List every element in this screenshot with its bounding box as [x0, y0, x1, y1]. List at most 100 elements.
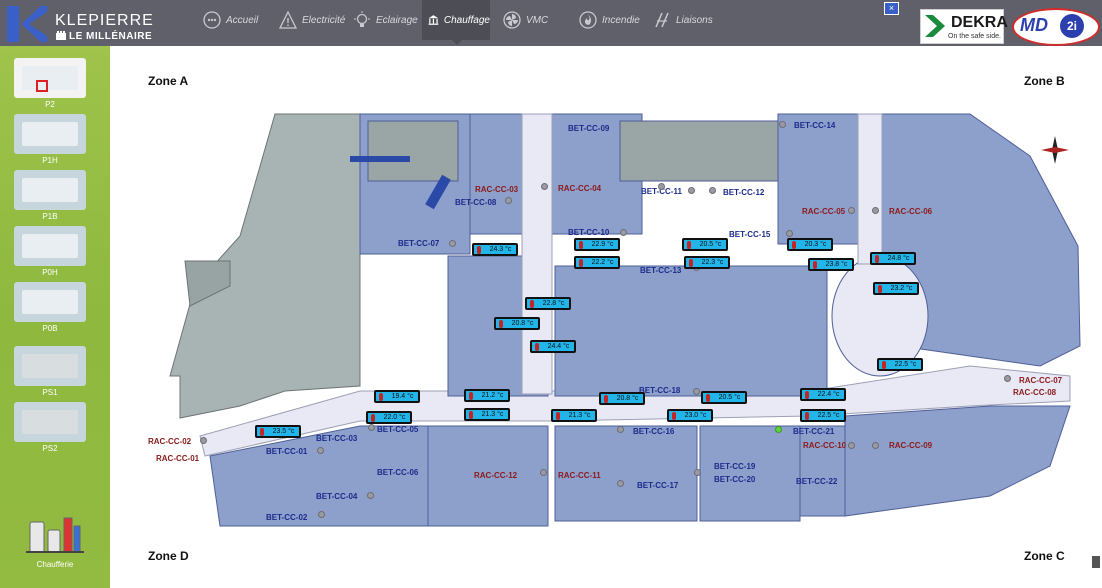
level-p1b[interactable]: P1B	[12, 170, 88, 221]
level-p0h[interactable]: P0H	[12, 226, 88, 277]
temp-sensor-corridor-7[interactable]: 21.3 °c	[464, 408, 510, 421]
klepierre-logo[interactable]: KLEPIERRE LE MILLÉNAIRE	[0, 0, 180, 46]
sensor-dot[interactable]	[693, 388, 700, 395]
rac-cc-05[interactable]: RAC-CC-05	[802, 207, 845, 216]
bet-cc-08[interactable]: BET-CC-08	[455, 198, 496, 207]
level-p2[interactable]: P2	[12, 58, 88, 109]
sensor-dot[interactable]	[709, 187, 716, 194]
sensor-dot[interactable]	[317, 447, 324, 454]
bet-cc-20[interactable]: BET-CC-20	[714, 475, 755, 484]
rac-cc-06[interactable]: RAC-CC-06	[889, 207, 932, 216]
temp-sensor-corridor-2[interactable]: 19.4 °c	[374, 390, 420, 403]
nav-chauffage[interactable]: Chauffage	[422, 0, 490, 40]
sensor-dot[interactable]	[449, 240, 456, 247]
level-ps1[interactable]: PS1	[12, 346, 88, 397]
bet-cc-02[interactable]: BET-CC-02	[266, 513, 307, 522]
rac-cc-02[interactable]: RAC-CC-02	[148, 437, 191, 446]
nav-electricite[interactable]: Electricité	[279, 0, 345, 40]
bet-cc-10[interactable]: BET-CC-10	[568, 228, 609, 237]
sensor-dot[interactable]	[688, 187, 695, 194]
temp-sensor-corridor-5[interactable]: 22.4 °c	[800, 388, 846, 401]
temp-sensor-zone-b-4[interactable]: 22.5 °c	[877, 358, 923, 371]
sensor-dot[interactable]	[505, 197, 512, 204]
temp-sensor-corridor-9[interactable]: 23.0 °c	[667, 409, 713, 422]
temp-sensor-corridor-10[interactable]: 22.5 °c	[800, 409, 846, 422]
level-p0b[interactable]: P0B	[12, 282, 88, 333]
sensor-dot[interactable]	[872, 442, 879, 449]
temp-sensor-corridor-8[interactable]: 21.3 °c	[551, 409, 597, 422]
rac-cc-09[interactable]: RAC-CC-09	[889, 441, 932, 450]
temp-sensor-zone-b-3[interactable]: 23.2 °c	[873, 282, 919, 295]
nav-incendie[interactable]: Incendie	[579, 0, 640, 40]
sensor-dot[interactable]	[694, 469, 701, 476]
sensor-dot-active[interactable]	[775, 426, 782, 433]
sensor-dot[interactable]	[541, 183, 548, 190]
bet-cc-12[interactable]: BET-CC-12	[723, 188, 764, 197]
bet-cc-05[interactable]: BET-CC-05	[377, 425, 418, 434]
temp-sensor-zone-d-1[interactable]: 23.5 °c	[255, 425, 301, 438]
sensor-dot[interactable]	[848, 442, 855, 449]
bet-cc-18[interactable]: BET-CC-18	[639, 386, 680, 395]
bet-cc-04[interactable]: BET-CC-04	[316, 492, 357, 501]
rac-cc-08[interactable]: RAC-CC-08	[1013, 388, 1056, 397]
sensor-dot[interactable]	[1004, 375, 1011, 382]
temp-sensor-corridor-4[interactable]: 20.5 °c	[701, 391, 747, 404]
sensor-dot[interactable]	[200, 437, 207, 444]
sensor-dot[interactable]	[617, 480, 624, 487]
bet-cc-06[interactable]: BET-CC-06	[377, 468, 418, 477]
sensor-dot[interactable]	[786, 230, 793, 237]
sensor-dot[interactable]	[779, 121, 786, 128]
sensor-dot[interactable]	[872, 207, 879, 214]
bet-cc-19[interactable]: BET-CC-19	[714, 462, 755, 471]
sensor-dot[interactable]	[368, 424, 375, 431]
sensor-dot[interactable]	[367, 492, 374, 499]
bet-cc-21[interactable]: BET-CC-21	[793, 427, 834, 436]
nav-liaisons[interactable]: Liaisons	[653, 0, 713, 40]
temp-sensor-corridor-1[interactable]: 21.2 °c	[464, 389, 510, 402]
rac-cc-12[interactable]: RAC-CC-12	[474, 471, 517, 480]
bet-cc-15[interactable]: BET-CC-15	[729, 230, 770, 239]
sensor-dot[interactable]	[617, 426, 624, 433]
window-close-button[interactable]: ×	[884, 2, 899, 15]
rac-cc-01[interactable]: RAC-CC-01	[156, 454, 199, 463]
rac-cc-03[interactable]: RAC-CC-03	[475, 185, 518, 194]
chaufferie-button[interactable]: Chaufferie	[20, 508, 90, 569]
nav-vmc[interactable]: VMC	[503, 0, 548, 40]
temp-sensor-corridor-6[interactable]: 22.0 °c	[366, 411, 412, 424]
sensor-dot[interactable]	[540, 469, 547, 476]
bet-cc-03[interactable]: BET-CC-03	[316, 434, 357, 443]
rac-cc-10[interactable]: RAC-CC-10	[803, 441, 846, 450]
temp-sensor-center-3[interactable]: 24.4 °c	[530, 340, 576, 353]
scroll-handle[interactable]	[1092, 556, 1100, 568]
sensor-dot[interactable]	[658, 183, 665, 190]
temp-sensor-center-2[interactable]: 20.8 °c	[494, 317, 540, 330]
bet-cc-22[interactable]: BET-CC-22	[796, 477, 837, 486]
bet-cc-13[interactable]: BET-CC-13	[640, 266, 681, 275]
temp-sensor-bet-cc-07[interactable]: 24.3 °c	[472, 243, 518, 256]
rac-cc-04[interactable]: RAC-CC-04	[558, 184, 601, 193]
temp-sensor-bet-cc-13-b[interactable]: 22.3 °c	[684, 256, 730, 269]
nav-accueil[interactable]: Accueil	[203, 0, 258, 40]
nav-eclairage[interactable]: Eclairage	[353, 0, 418, 40]
bet-cc-16[interactable]: BET-CC-16	[633, 427, 674, 436]
temp-sensor-center-1[interactable]: 22.8 °c	[525, 297, 571, 310]
temp-sensor-zone-b-1[interactable]: 23.8 °c	[808, 258, 854, 271]
temp-sensor-bet-cc-13-a[interactable]: 22.2 °c	[574, 256, 620, 269]
level-ps2[interactable]: PS2	[12, 402, 88, 453]
bet-cc-01[interactable]: BET-CC-01	[266, 447, 307, 456]
bet-cc-17[interactable]: BET-CC-17	[637, 481, 678, 490]
bet-cc-14[interactable]: BET-CC-14	[794, 121, 835, 130]
sensor-dot[interactable]	[848, 207, 855, 214]
temp-sensor-bet-cc-15-b[interactable]: 20.3 °c	[787, 238, 833, 251]
level-p1h[interactable]: P1H	[12, 114, 88, 165]
sensor-dot[interactable]	[318, 511, 325, 518]
bet-cc-07[interactable]: BET-CC-07	[398, 239, 439, 248]
temp-sensor-zone-b-2[interactable]: 24.8 °c	[870, 252, 916, 265]
bet-cc-09[interactable]: BET-CC-09	[568, 124, 609, 133]
temp-sensor-bet-cc-10[interactable]: 22.9 °c	[574, 238, 620, 251]
rac-cc-07[interactable]: RAC-CC-07	[1019, 376, 1062, 385]
sensor-dot[interactable]	[620, 229, 627, 236]
temp-sensor-bet-cc-15-a[interactable]: 20.5 °c	[682, 238, 728, 251]
rac-cc-11[interactable]: RAC-CC-11	[558, 471, 601, 480]
temp-sensor-corridor-3[interactable]: 20.8 °c	[599, 392, 645, 405]
